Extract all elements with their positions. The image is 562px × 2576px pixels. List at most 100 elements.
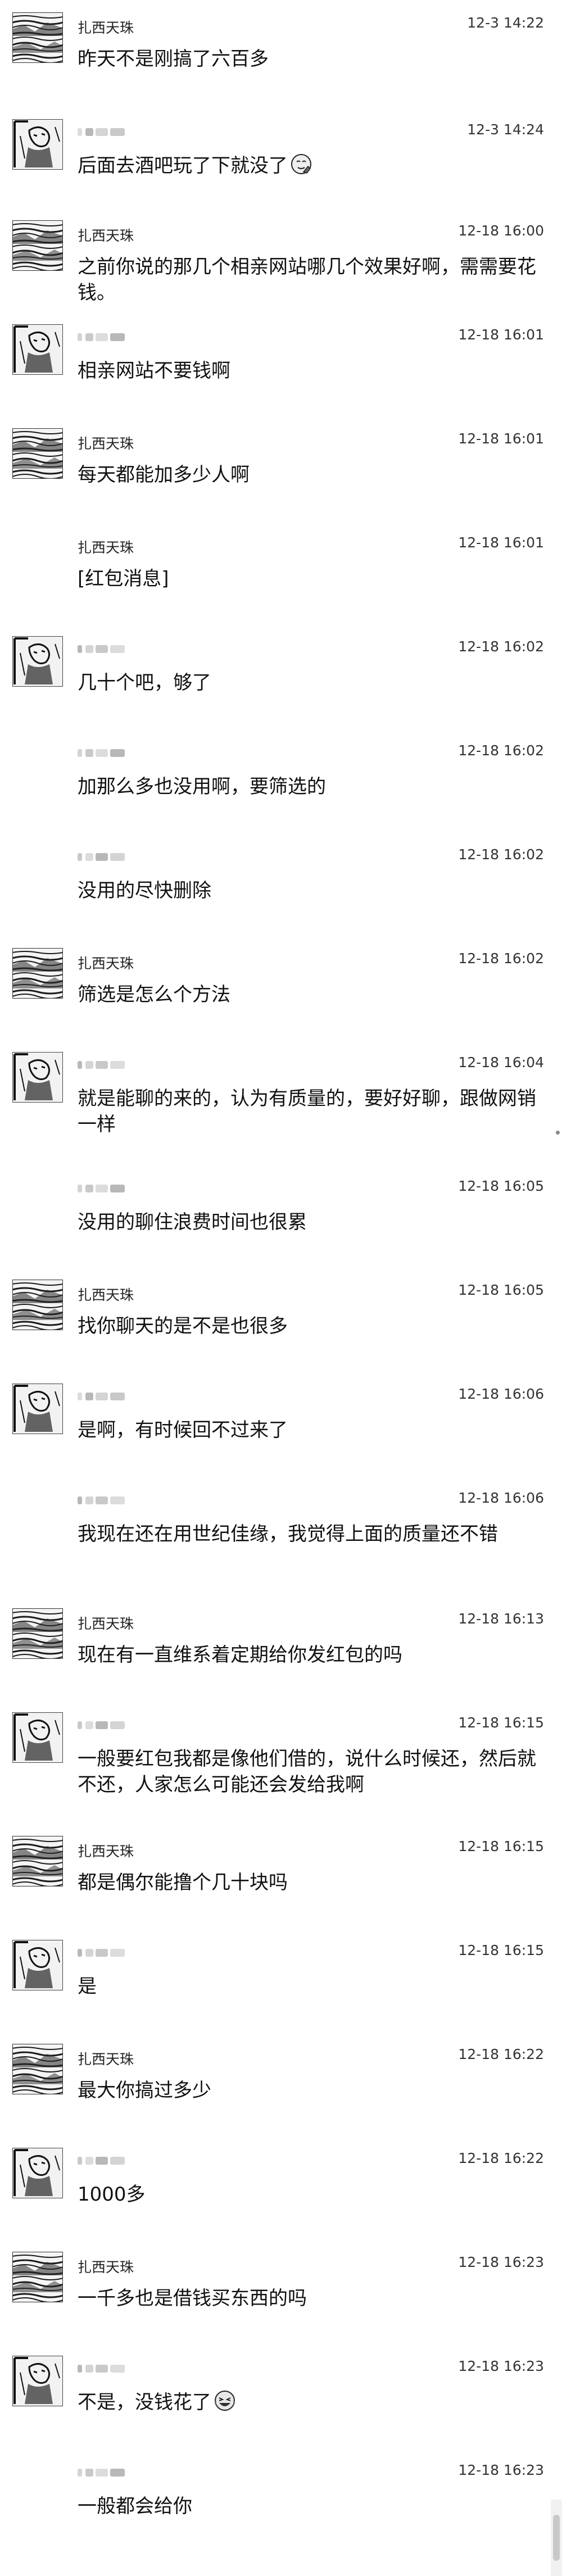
message-text: 就是能聊的来的，认为有质量的，要好好聊，跟做网销一样 <box>78 1086 540 1137</box>
message-text: 加那么多也没用啊，要筛选的 <box>78 774 540 800</box>
avatar-figure-icon[interactable] <box>12 2356 63 2406</box>
chat-history[interactable]: 扎西天珠 12-3 14:22 昨天不是刚搞了六百多 12-3 14:24 后面去酒吧玩… <box>0 0 562 2576</box>
message-item[interactable]: 12-18 16:02 加那么多也没用啊，要筛选的 <box>0 728 562 832</box>
message-item[interactable]: 12-18 16:05 没用的聊住浪费时间也很累 <box>0 1163 562 1267</box>
message-item[interactable]: 扎西天珠 12-18 16:13 现在有一直维系着定期给你发红包的吗 <box>0 1596 562 1700</box>
message-item[interactable]: 扎西天珠 12-18 16:22 最大你搞过多少 <box>0 2031 562 2135</box>
message-text-content: 一千多也是借钱买东西的吗 <box>78 2287 307 2310</box>
message-timestamp: 12-18 16:00 <box>458 223 544 239</box>
avatar-figure-icon[interactable] <box>12 119 63 170</box>
message-timestamp: 12-18 16:02 <box>458 846 544 863</box>
message-text: 我现在还在用世纪佳缘，我觉得上面的质量还不错 <box>78 1521 540 1547</box>
sender-name-redacted <box>78 1948 127 1958</box>
sender-name: 扎西天珠 <box>78 539 134 556</box>
scrollbar-thumb[interactable] <box>553 2515 560 2561</box>
message-item[interactable]: 扎西天珠 12-18 16:01 [红包消息] <box>0 520 562 624</box>
avatar-figure-icon[interactable] <box>12 1712 63 1763</box>
message-text-content: 就是能聊的来的，认为有质量的，要好好聊，跟做网销一样 <box>78 1087 536 1136</box>
message-item[interactable]: 12-18 16:06 是啊，有时候回不过来了 <box>0 1371 562 1475</box>
sender-name: 扎西天珠 <box>78 2051 134 2067</box>
avatar-figure-icon[interactable] <box>12 636 63 687</box>
message-item[interactable]: 扎西天珠 12-18 16:23 一千多也是借钱买东西的吗 <box>0 2239 562 2343</box>
avatar-figure-icon[interactable] <box>12 1940 63 1990</box>
edge-marker <box>556 1131 560 1135</box>
message-text-content: 都是偶尔能撸个几十块吗 <box>78 1871 288 1894</box>
message-item[interactable]: 12-18 16:02 没用的尽快删除 <box>0 832 562 936</box>
avatar-figure-icon[interactable] <box>12 2148 63 2198</box>
message-timestamp: 12-18 16:22 <box>458 2150 544 2166</box>
message-text-content: 没用的尽快删除 <box>78 879 211 902</box>
sender-name-redacted <box>78 1495 127 1505</box>
message-text: 是啊，有时候回不过来了 <box>78 1417 540 1443</box>
avatar-landscape-icon[interactable] <box>12 1836 63 1886</box>
sender-name-redacted <box>78 1720 127 1730</box>
message-item[interactable]: 扎西天珠 12-18 16:01 每天都能加多少人啊 <box>0 416 562 520</box>
message-timestamp: 12-3 14:24 <box>467 121 544 138</box>
message-text-content: 一般要红包我都是像他们借的，说什么时候还，然后就不还，人家怎么可能还会发给我啊 <box>78 1748 536 1796</box>
message-text: 每天都能加多少人啊 <box>78 462 540 488</box>
sender-name: 扎西天珠 <box>78 955 134 972</box>
message-item[interactable]: 扎西天珠 12-3 14:22 昨天不是刚搞了六百多 <box>0 0 562 107</box>
message-timestamp: 12-18 16:01 <box>458 430 544 447</box>
sender-name: 扎西天珠 <box>78 436 134 452</box>
message-timestamp: 12-3 14:22 <box>467 15 544 31</box>
message-text: 1000多 <box>78 2182 540 2207</box>
message-text-content: 不是，没钱花了 <box>78 2391 211 2414</box>
message-item[interactable]: 12-18 16:15 一般要红包我都是像他们借的，说什么时候还，然后就不还，人家… <box>0 1700 562 1824</box>
message-timestamp: 12-18 16:15 <box>458 1715 544 1731</box>
face-with-hand-icon <box>290 153 312 175</box>
avatar-landscape-icon[interactable] <box>12 428 63 479</box>
message-item[interactable]: 扎西天珠 12-18 16:15 都是偶尔能撸个几十块吗 <box>0 1824 562 1928</box>
message-item[interactable]: 12-18 16:22 1000多 <box>0 2135 562 2239</box>
message-item[interactable]: 12-18 16:02 几十个吧，够了 <box>0 624 562 728</box>
message-text-content: 几十个吧，够了 <box>78 672 211 694</box>
message-text: 最大你搞过多少 <box>78 2078 540 2103</box>
avatar-landscape-icon[interactable] <box>12 220 63 271</box>
message-text-content: 是 <box>78 1975 97 1998</box>
message-text: 后面去酒吧玩了下就没了 <box>78 153 540 179</box>
avatar-landscape-icon[interactable] <box>12 2252 63 2302</box>
message-item[interactable]: 12-18 16:15 是 <box>0 1928 562 2031</box>
avatar-landscape-icon[interactable] <box>12 1608 63 1659</box>
message-text-content: 最大你搞过多少 <box>78 2079 211 2102</box>
message-text: 找你聊天的是不是也很多 <box>78 1313 540 1339</box>
message-item[interactable]: 扎西天珠 12-18 16:02 筛选是怎么个方法 <box>0 936 562 1040</box>
sender-name: 扎西天珠 <box>78 228 134 244</box>
message-text-content: 1000多 <box>78 2183 146 2206</box>
avatar-figure-icon[interactable] <box>12 1384 63 1434</box>
sender-name: 扎西天珠 <box>78 20 134 36</box>
sender-name-redacted <box>78 2156 127 2166</box>
sender-name: 扎西天珠 <box>78 1843 134 1860</box>
message-item[interactable]: 扎西天珠 12-18 16:05 找你聊天的是不是也很多 <box>0 1267 562 1371</box>
avatar-landscape-icon[interactable] <box>12 2044 63 2094</box>
message-text-content: 是啊，有时候回不过来了 <box>78 1419 288 1441</box>
message-timestamp: 12-18 16:06 <box>458 1386 544 1402</box>
message-timestamp: 12-18 16:13 <box>458 1611 544 1627</box>
avatar-figure-icon[interactable] <box>12 1052 63 1103</box>
message-item[interactable]: 12-3 14:24 后面去酒吧玩了下就没了 <box>0 107 562 208</box>
message-item[interactable]: 12-18 16:01 相亲网站不要钱啊 <box>0 312 562 416</box>
sender-name-redacted <box>78 1391 127 1402</box>
sender-name: 扎西天珠 <box>78 1616 134 1632</box>
message-item[interactable]: 12-18 16:06 我现在还在用世纪佳缘，我觉得上面的质量还不错 <box>0 1475 562 1596</box>
sender-name: 扎西天珠 <box>78 1287 134 1303</box>
sender-name-redacted <box>78 1183 127 1194</box>
message-item[interactable]: 12-18 16:04 就是能聊的来的，认为有质量的，要好好聊，跟做网销一样 <box>0 1040 562 1163</box>
message-timestamp: 12-18 16:23 <box>458 2358 544 2374</box>
message-text-content: 没用的聊住浪费时间也很累 <box>78 1211 307 1233</box>
sender-name-redacted <box>78 2364 127 2374</box>
avatar-figure-icon[interactable] <box>12 324 63 375</box>
message-item[interactable]: 扎西天珠 12-18 16:00 之前你说的那几个相亲网站哪几个效果好啊，需需要花钱… <box>0 208 562 312</box>
sender-name-redacted <box>78 332 127 342</box>
message-item[interactable]: 12-18 16:23 一般都会给你 <box>0 2447 562 2576</box>
message-text-content: 每天都能加多少人啊 <box>78 464 250 486</box>
avatar-landscape-icon[interactable] <box>12 1280 63 1330</box>
message-text: [红包消息] <box>78 566 540 592</box>
message-text-content: 我现在还在用世纪佳缘，我觉得上面的质量还不错 <box>78 1523 498 1545</box>
avatar-landscape-icon[interactable] <box>12 948 63 999</box>
message-text-content: 现在有一直维系着定期给你发红包的吗 <box>78 1644 402 1666</box>
avatar-landscape-icon[interactable] <box>12 12 63 63</box>
message-text-content: 找你聊天的是不是也很多 <box>78 1315 288 1337</box>
message-timestamp: 12-18 16:02 <box>458 742 544 759</box>
message-item[interactable]: 12-18 16:23 不是，没钱花了 <box>0 2343 562 2447</box>
